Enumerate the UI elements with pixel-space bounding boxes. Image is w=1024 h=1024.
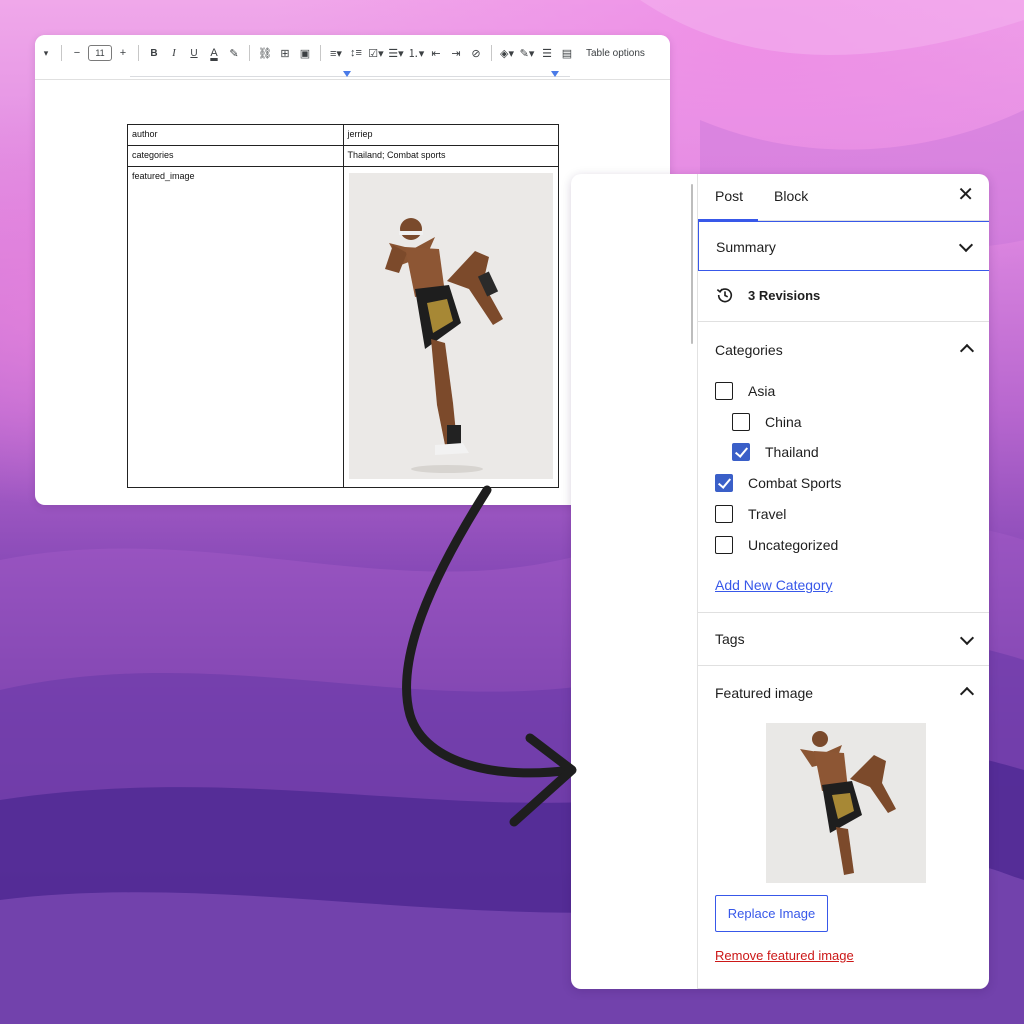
decrease-font-size-button[interactable]: −: [68, 42, 86, 64]
underline-button[interactable]: U: [185, 42, 203, 64]
categories-title: Categories: [715, 342, 783, 358]
toolbar-divider: [138, 45, 139, 61]
table-cell-value[interactable]: Thailand; Combat sports: [342, 145, 559, 167]
revisions-row[interactable]: 3 Revisions: [698, 271, 989, 322]
table-cell-value[interactable]: jerriep: [342, 124, 559, 146]
category-item-combat-sports[interactable]: Combat Sports: [715, 474, 841, 492]
table-options-button[interactable]: Table options: [586, 42, 645, 64]
table-cell-image[interactable]: [342, 166, 559, 488]
summary-title: Summary: [716, 239, 776, 255]
toolbar-divider: [249, 45, 250, 61]
category-label: Uncategorized: [748, 537, 839, 553]
toolbar-divider: [320, 45, 321, 61]
tags-panel-toggle[interactable]: Tags: [698, 613, 989, 666]
text-color-button[interactable]: A: [205, 42, 223, 64]
chevron-down-icon: [958, 237, 974, 253]
add-new-category-link[interactable]: Add New Category: [715, 577, 833, 593]
table-row: featured_image: [127, 166, 559, 488]
tab-post[interactable]: Post: [697, 188, 759, 221]
line-spacing-icon[interactable]: ↕≡: [347, 42, 365, 64]
tags-title: Tags: [715, 631, 745, 647]
history-icon: [716, 288, 733, 303]
chevron-down-icon: [959, 630, 975, 646]
table-cell-key[interactable]: categories: [127, 145, 344, 167]
align-left-icon[interactable]: ≡▾: [327, 42, 345, 64]
toolbar-divider: [61, 45, 62, 61]
category-label: Thailand: [765, 444, 819, 460]
remove-featured-image-link[interactable]: Remove featured image: [715, 948, 854, 963]
decrease-indent-icon[interactable]: ⇤: [427, 42, 445, 64]
category-item-thailand[interactable]: Thailand: [732, 443, 819, 461]
fighter-thumbnail-illustration: [766, 723, 926, 883]
chevron-up-icon[interactable]: [959, 686, 975, 702]
ruler-indent-marker[interactable]: [343, 71, 351, 77]
numbered-list-icon[interactable]: ⒈▾: [407, 42, 425, 64]
checkbox-checked[interactable]: [732, 443, 750, 461]
checkbox-checked[interactable]: [715, 474, 733, 492]
chevron-up-icon[interactable]: [959, 343, 975, 359]
wordpress-settings-sidebar: Post Block ✕ Summary 3 Revisions Categor…: [571, 174, 989, 989]
category-label: China: [765, 414, 802, 430]
table-row: author jerriep: [127, 124, 559, 146]
category-label: Asia: [748, 383, 776, 399]
category-item-uncategorized[interactable]: Uncategorized: [715, 536, 838, 554]
highlight-pen-icon[interactable]: ✎: [225, 42, 243, 64]
dropdown-caret-icon[interactable]: ▾: [37, 42, 55, 64]
featured-image-title: Featured image: [715, 685, 814, 701]
font-size-input[interactable]: 11: [88, 45, 112, 61]
metadata-table: author jerriep categories Thailand; Comb…: [127, 124, 559, 488]
fighter-illustration: [348, 173, 553, 479]
sidebar-content: Post Block ✕ Summary 3 Revisions Categor…: [697, 174, 989, 989]
insert-image-icon[interactable]: ▣: [296, 42, 314, 64]
scrollbar[interactable]: [691, 184, 693, 344]
toolbar-divider: [491, 45, 492, 61]
category-item-china[interactable]: China: [732, 413, 802, 431]
docs-toolbar: ▾ − 11 + B I U A ✎ ⛓ ⊞ ▣ ≡▾ ↕≡ ☑▾ ☰▾ ⒈▾ …: [35, 35, 670, 71]
border-width-icon[interactable]: ☰: [538, 42, 556, 64]
italic-button[interactable]: I: [165, 42, 183, 64]
border-color-icon[interactable]: ✎▾: [518, 42, 536, 64]
revisions-label: 3 Revisions: [748, 288, 821, 303]
ruler-right-marker[interactable]: [551, 71, 559, 77]
fighter-photo[interactable]: [348, 173, 553, 479]
category-item-travel[interactable]: Travel: [715, 505, 786, 523]
checkbox[interactable]: [732, 413, 750, 431]
table-cell-key[interactable]: featured_image: [127, 166, 344, 488]
increase-indent-icon[interactable]: ⇥: [447, 42, 465, 64]
add-comment-icon[interactable]: ⊞: [276, 42, 294, 64]
summary-panel-toggle[interactable]: Summary: [698, 221, 989, 271]
category-item-asia[interactable]: Asia: [715, 382, 775, 400]
cell-fill-color-icon[interactable]: ◈▾: [498, 42, 516, 64]
checkbox[interactable]: [715, 536, 733, 554]
replace-image-button[interactable]: Replace Image: [715, 895, 828, 932]
sidebar-tabs: Post Block ✕: [697, 174, 989, 221]
categories-panel: Categories Asia China Thailand Combat Sp…: [698, 322, 989, 613]
bold-button[interactable]: B: [145, 42, 163, 64]
table-cell-key[interactable]: author: [127, 124, 344, 146]
table-row: categories Thailand; Combat sports: [127, 145, 559, 167]
link-icon[interactable]: ⛓: [256, 42, 274, 64]
clear-formatting-icon[interactable]: ⊘: [467, 42, 485, 64]
border-dash-icon[interactable]: ▤: [558, 42, 576, 64]
tab-block[interactable]: Block: [774, 188, 808, 204]
featured-image-panel: Featured image Replace Image Remove feat…: [698, 666, 989, 989]
category-label: Travel: [748, 506, 787, 522]
checkbox[interactable]: [715, 382, 733, 400]
bulleted-list-icon[interactable]: ☰▾: [387, 42, 405, 64]
ruler: [35, 71, 670, 80]
checkbox[interactable]: [715, 505, 733, 523]
checklist-icon[interactable]: ☑▾: [367, 42, 385, 64]
featured-image-thumbnail[interactable]: [766, 723, 926, 883]
close-icon[interactable]: ✕: [957, 185, 974, 205]
category-label: Combat Sports: [748, 475, 842, 491]
increase-font-size-button[interactable]: +: [114, 42, 132, 64]
